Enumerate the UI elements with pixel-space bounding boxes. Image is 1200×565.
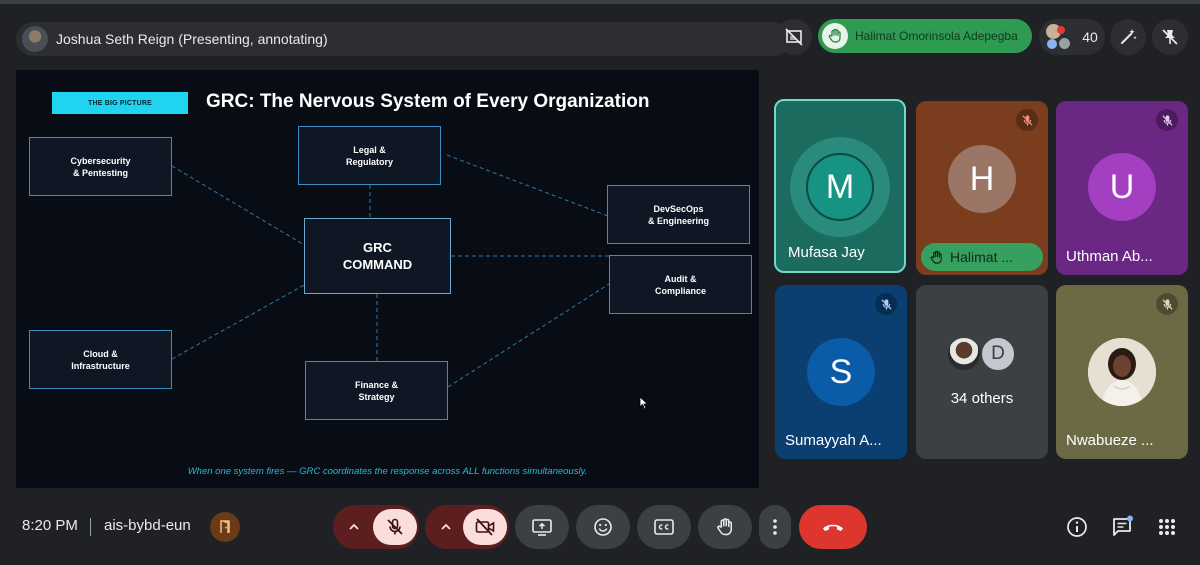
- activities-button[interactable]: [1154, 514, 1180, 540]
- chat-button[interactable]: [1109, 514, 1135, 540]
- node-finance: Finance & Strategy: [305, 361, 448, 420]
- presentation-slide: THE BIG PICTURE GRC: The Nervous System …: [16, 70, 759, 488]
- participant-tile-halimat[interactable]: H Halimat ...: [916, 101, 1048, 275]
- participant-tile-others[interactable]: D 34 others: [916, 285, 1048, 459]
- raised-hand-name: Halimat Omorinsola Adepegba: [855, 29, 1018, 43]
- meeting-code: ais-bybd-eun: [104, 517, 191, 534]
- mic-off-icon: [387, 518, 403, 535]
- breakout-room-button[interactable]: [210, 512, 240, 542]
- mouse-cursor-icon: [639, 396, 649, 410]
- info-icon: [1067, 517, 1087, 537]
- window-top-edge: [0, 0, 1200, 4]
- node-cybersecurity: Cybersecurity & Pentesting: [29, 137, 172, 196]
- more-options-button[interactable]: [759, 505, 791, 549]
- hand-icon: [930, 250, 942, 264]
- unpin-icon: [1162, 29, 1178, 45]
- participant-count: 40: [1082, 29, 1098, 45]
- others-count-label: 34 others: [950, 390, 1014, 407]
- camera-off-icon: [475, 518, 495, 536]
- effects-button[interactable]: [1110, 19, 1146, 55]
- mic-toggle-button[interactable]: [373, 509, 417, 545]
- participant-photo-avatar: [1088, 338, 1156, 406]
- participant-tile-mufasa[interactable]: M Mufasa Jay: [774, 99, 906, 273]
- slide-title: GRC: The Nervous System of Every Organiz…: [206, 91, 650, 112]
- slide-tag: THE BIG PICTURE: [52, 92, 188, 114]
- meeting-clock: 8:20 PM: [22, 517, 78, 534]
- captions-icon: [654, 519, 674, 535]
- participant-name: Sumayyah A...: [785, 432, 882, 449]
- magic-wand-icon: [1121, 29, 1137, 44]
- chevron-up-icon: [441, 523, 451, 530]
- participant-name: Uthman Ab...: [1066, 248, 1153, 265]
- hide-presentation-icon: [785, 28, 803, 46]
- participant-tile-nwabueze[interactable]: Nwabueze ...: [1056, 285, 1188, 459]
- participant-tile-sumayyah[interactable]: S Sumayyah A...: [775, 285, 907, 459]
- reactions-button[interactable]: [576, 505, 630, 549]
- raise-hand-button[interactable]: [698, 505, 752, 549]
- meeting-details-button[interactable]: [1064, 514, 1090, 540]
- video-options-button[interactable]: [427, 505, 465, 549]
- participant-avatar: D: [980, 336, 1016, 372]
- hand-icon: [717, 518, 732, 536]
- unpin-button[interactable]: [1152, 19, 1188, 55]
- apps-grid-icon: [1159, 519, 1175, 535]
- hand-icon: [822, 23, 848, 49]
- chevron-up-icon: [349, 523, 359, 530]
- node-cloud: Cloud & Infrastructure: [29, 330, 172, 389]
- participant-name: Halimat ...: [950, 249, 1014, 265]
- participant-avatars-icon: [1046, 24, 1072, 50]
- more-vert-icon: [773, 519, 777, 535]
- slide-footer: When one system fires — GRC coordinates …: [187, 466, 588, 477]
- chat-icon: [1113, 515, 1133, 536]
- mic-off-icon: [1156, 109, 1178, 131]
- node-legal: Legal & Regulatory: [298, 126, 441, 185]
- emoji-icon: [594, 518, 612, 536]
- leave-call-button[interactable]: [799, 505, 867, 549]
- mic-off-icon: [1016, 109, 1038, 131]
- present-screen-icon: [532, 519, 552, 536]
- raised-hand-notification[interactable]: Halimat Omorinsola Adepegba: [818, 19, 1032, 53]
- raised-hand-badge: Halimat ...: [921, 243, 1043, 271]
- divider: [90, 518, 91, 536]
- participant-photo-avatar: [946, 336, 982, 372]
- presenter-avatar: [22, 26, 48, 52]
- node-devsecops: DevSecOps & Engineering: [607, 185, 750, 244]
- node-audit: Audit & Compliance: [609, 255, 752, 314]
- door-icon: [220, 520, 230, 533]
- hang-up-icon: [823, 524, 843, 531]
- presenter-label: Joshua Seth Reign (Presenting, annotatin…: [56, 31, 328, 47]
- people-button[interactable]: 40: [1039, 19, 1105, 55]
- participant-avatar: M: [806, 153, 874, 221]
- participant-name: Nwabueze ...: [1066, 432, 1154, 449]
- participant-avatar: H: [948, 145, 1016, 213]
- audio-options-button[interactable]: [335, 505, 373, 549]
- participant-name: Mufasa Jay: [788, 244, 865, 261]
- present-screen-button[interactable]: [515, 505, 569, 549]
- participant-avatar: S: [807, 338, 875, 406]
- hide-presentation-button[interactable]: [776, 19, 812, 55]
- participant-avatar: U: [1088, 153, 1156, 221]
- mic-off-icon: [875, 293, 897, 315]
- presenter-bar[interactable]: Joshua Seth Reign (Presenting, annotatin…: [16, 22, 790, 56]
- captions-button[interactable]: [637, 505, 691, 549]
- participant-tile-uthman[interactable]: U Uthman Ab...: [1056, 101, 1188, 275]
- node-grc-command: GRC COMMAND: [304, 218, 451, 294]
- mic-off-icon: [1156, 293, 1178, 315]
- person-photo-icon: [1088, 338, 1156, 406]
- camera-toggle-button[interactable]: [463, 509, 507, 545]
